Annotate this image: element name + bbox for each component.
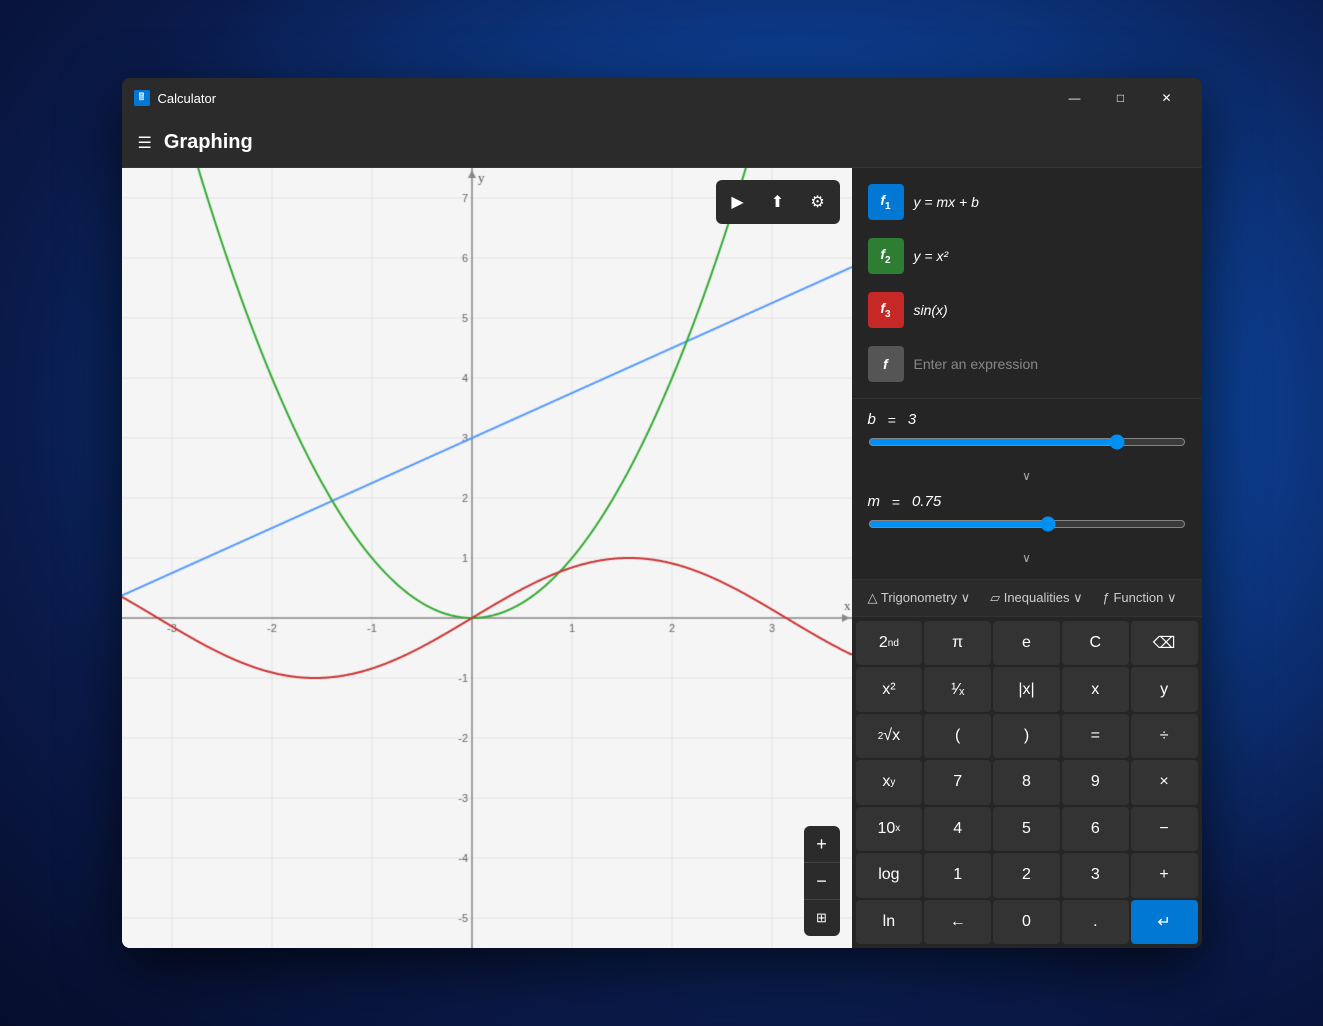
key-left-arrow[interactable]: ←: [924, 900, 991, 944]
key-x[interactable]: x: [1062, 667, 1129, 711]
function-badge-2: f2: [868, 238, 904, 274]
trig-menu-button[interactable]: △ Trigonometry ∨: [860, 586, 979, 610]
key-reciprocal[interactable]: ¹⁄ₓ: [924, 667, 991, 711]
key-y[interactable]: y: [1131, 667, 1198, 711]
key-multiply[interactable]: ×: [1131, 760, 1198, 804]
menu-icon[interactable]: ☰: [138, 133, 152, 153]
key-pi[interactable]: π: [924, 621, 991, 665]
key-9[interactable]: 9: [1062, 760, 1129, 804]
key-subtract[interactable]: −: [1131, 807, 1198, 851]
zoom-in-button[interactable]: +: [804, 826, 840, 862]
maximize-button[interactable]: □: [1098, 82, 1144, 114]
key-7[interactable]: 7: [924, 760, 991, 804]
keypad-section: △ Trigonometry ∨ ▱ Inequalities ∨ ƒ Func…: [852, 580, 1202, 948]
key-ln[interactable]: ln: [856, 900, 923, 944]
slider-m-var: m: [868, 493, 881, 510]
function-item-4[interactable]: f Enter an expression: [860, 338, 1194, 390]
function-menu-button[interactable]: ƒ Function ∨: [1095, 586, 1185, 610]
key-2[interactable]: 2: [993, 853, 1060, 897]
key-5[interactable]: 5: [993, 807, 1060, 851]
slider-b-label-row: b = 3: [868, 411, 1186, 428]
zoom-controls: + − ⊞: [804, 826, 840, 936]
inequalities-menu-button[interactable]: ▱ Inequalities ∨: [982, 586, 1091, 610]
key-10x[interactable]: 10x: [856, 807, 923, 851]
function-expression-1: y = mx + b: [914, 194, 979, 210]
key-close-paren[interactable]: ): [993, 714, 1060, 758]
zoom-out-button[interactable]: −: [804, 863, 840, 899]
slider-m-input[interactable]: [868, 516, 1186, 532]
window-controls: — □ ✕: [1052, 82, 1190, 114]
app-header: ☰ Graphing: [122, 118, 1202, 168]
slider-b-value: 3: [908, 411, 916, 428]
key-sqrt[interactable]: 2√x: [856, 714, 923, 758]
key-backspace[interactable]: ⌫: [1131, 621, 1198, 665]
share-tool-button[interactable]: ⬆: [760, 184, 796, 220]
key-equals[interactable]: =: [1062, 714, 1129, 758]
function-expression-3: sin(x): [914, 302, 948, 318]
slider-m: m = 0.75: [868, 493, 1186, 537]
slider-m-equals: =: [888, 494, 904, 510]
key-1[interactable]: 1: [924, 853, 991, 897]
key-power[interactable]: xy: [856, 760, 923, 804]
key-clear[interactable]: C: [1062, 621, 1129, 665]
key-6[interactable]: 6: [1062, 807, 1129, 851]
slider-m-value: 0.75: [912, 493, 941, 510]
right-panel: f1 y = mx + b f2 y = x² f3 sin(x): [852, 168, 1202, 948]
slider-m-chevron[interactable]: ∨: [868, 549, 1186, 567]
key-4[interactable]: 4: [924, 807, 991, 851]
key-e[interactable]: e: [993, 621, 1060, 665]
calculator-window: 🖩 Calculator — □ ✕ ☰ Graphing ▶ ⬆ ⚙ +: [122, 78, 1202, 948]
key-decimal[interactable]: .: [1062, 900, 1129, 944]
slider-m-label-row: m = 0.75: [868, 493, 1186, 510]
sliders-section: b = 3 ∨ m = 0.75 ∨: [852, 399, 1202, 580]
key-8[interactable]: 8: [993, 760, 1060, 804]
cursor-tool-button[interactable]: ▶: [720, 184, 756, 220]
function-expression-2: y = x²: [914, 248, 949, 264]
function-badge-3: f3: [868, 292, 904, 328]
slider-b: b = 3: [868, 411, 1186, 455]
function-badge-1: f1: [868, 184, 904, 220]
function-badge-4: f: [868, 346, 904, 382]
zoom-fit-button[interactable]: ⊞: [804, 900, 840, 936]
key-divide[interactable]: ÷: [1131, 714, 1198, 758]
key-2nd[interactable]: 2nd: [856, 621, 923, 665]
window-title: Calculator: [158, 91, 1052, 106]
graph-area: ▶ ⬆ ⚙ + − ⊞: [122, 168, 852, 948]
settings-tool-button[interactable]: ⚙: [800, 184, 836, 220]
close-button[interactable]: ✕: [1144, 82, 1190, 114]
slider-b-var: b: [868, 411, 876, 428]
key-abs[interactable]: |x|: [993, 667, 1060, 711]
key-x2[interactable]: x²: [856, 667, 923, 711]
key-open-paren[interactable]: (: [924, 714, 991, 758]
key-3[interactable]: 3: [1062, 853, 1129, 897]
slider-b-chevron[interactable]: ∨: [868, 467, 1186, 485]
function-item-2[interactable]: f2 y = x²: [860, 230, 1194, 282]
key-add[interactable]: +: [1131, 853, 1198, 897]
title-bar: 🖩 Calculator — □ ✕: [122, 78, 1202, 118]
app-icon: 🖩: [134, 90, 150, 106]
slider-b-equals: =: [884, 412, 900, 428]
functions-list: f1 y = mx + b f2 y = x² f3 sin(x): [852, 168, 1202, 399]
keypad-grid: 2nd π e C ⌫ x² ¹⁄ₓ |x| x y 2√x ( ) = ÷: [852, 617, 1202, 948]
app-title: Graphing: [164, 131, 253, 154]
minimize-button[interactable]: —: [1052, 82, 1098, 114]
graph-canvas: [122, 168, 852, 948]
main-content: ▶ ⬆ ⚙ + − ⊞ f1 y = mx: [122, 168, 1202, 948]
function-item-1[interactable]: f1 y = mx + b: [860, 176, 1194, 228]
key-log[interactable]: log: [856, 853, 923, 897]
keypad-toolbar: △ Trigonometry ∨ ▱ Inequalities ∨ ƒ Func…: [852, 580, 1202, 617]
slider-b-input[interactable]: [868, 434, 1186, 450]
key-0[interactable]: 0: [993, 900, 1060, 944]
function-item-3[interactable]: f3 sin(x): [860, 284, 1194, 336]
function-placeholder: Enter an expression: [914, 356, 1039, 372]
key-enter[interactable]: ↵: [1131, 900, 1198, 944]
graph-toolbar: ▶ ⬆ ⚙: [716, 180, 840, 224]
